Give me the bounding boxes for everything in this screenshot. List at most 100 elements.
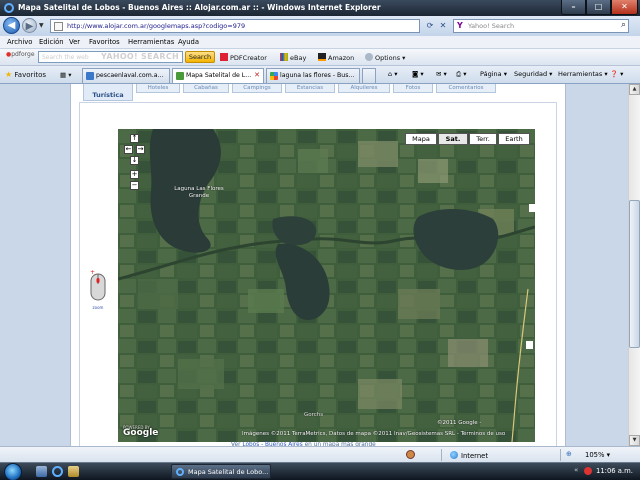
- ie-quicklaunch-icon[interactable]: [52, 466, 63, 477]
- explorer-quicklaunch-icon[interactable]: [68, 466, 79, 477]
- zoom-level[interactable]: 105% ▾: [585, 451, 610, 459]
- google-logo-text: Google: [123, 428, 159, 438]
- security-zone[interactable]: Internet: [450, 451, 488, 460]
- search-icon[interactable]: ⌕: [621, 20, 626, 30]
- refresh-icon[interactable]: ⟳: [424, 20, 436, 32]
- history-dropdown-icon[interactable]: ▼: [39, 22, 44, 29]
- tab-turistica[interactable]: Turística: [83, 84, 133, 101]
- address-input[interactable]: http://www.alojar.com.ar/googlemaps.asp?…: [50, 19, 420, 33]
- tray-app-icon[interactable]: [584, 467, 592, 475]
- zoom-in-button[interactable]: +: [130, 170, 139, 179]
- tab-campings[interactable]: Campings: [232, 84, 282, 93]
- pan-right-button[interactable]: →: [136, 145, 145, 154]
- yahoo-icon: Y: [457, 21, 463, 30]
- satellite-map[interactable]: Mapa Sat. Terr. Earth ↑ ← → ↓ + − Laguna…: [118, 129, 535, 442]
- back-button[interactable]: ◀: [3, 17, 20, 34]
- tab-mapa-satelital[interactable]: Mapa Satelital de L... ✕: [172, 68, 264, 83]
- close-tab-icon[interactable]: ✕: [254, 71, 260, 79]
- show-desktop-icon[interactable]: [36, 466, 47, 477]
- pan-down-button[interactable]: ↓: [130, 156, 139, 165]
- address-url: http://www.alojar.com.ar/googlemaps.asp?…: [67, 22, 246, 30]
- page-menu[interactable]: Página ▾: [480, 70, 507, 78]
- page-viewport: Turística Hoteles Cabañas Campings Estan…: [0, 84, 628, 462]
- pdforge-label: pdforge: [11, 51, 35, 58]
- globe-icon: [450, 451, 458, 459]
- tab-pescaenlaval[interactable]: pescaenlaval.com.a...: [82, 68, 170, 83]
- mail-icon[interactable]: ✉ ▾: [436, 70, 447, 78]
- menu-edicion[interactable]: Edición: [39, 38, 64, 46]
- status-bar: Internet ⊕ 105% ▾: [0, 446, 640, 462]
- tools-menu[interactable]: Herramientas ▾: [558, 70, 608, 78]
- scroll-thumb[interactable]: [629, 200, 640, 348]
- tray-clock[interactable]: 11:06 a.m.: [596, 467, 633, 475]
- yahoo-search-input[interactable]: Y Yahoo! Search ⌕: [453, 19, 629, 33]
- options-button[interactable]: Options ▾: [365, 53, 405, 62]
- pdf-icon: [220, 53, 228, 61]
- tab-alquileres[interactable]: Alquileres: [338, 84, 390, 93]
- pdfcreator-button[interactable]: PDFCreator: [220, 53, 267, 62]
- home-icon[interactable]: ⌂ ▾: [388, 70, 397, 78]
- vertical-scrollbar[interactable]: ▲ ▼: [628, 84, 640, 446]
- menu-archivo[interactable]: Archivo: [7, 38, 32, 46]
- popup-blocker-icon[interactable]: [406, 450, 415, 459]
- menu-ayuda[interactable]: Ayuda: [178, 38, 199, 46]
- tab-fotos[interactable]: Fotos: [393, 84, 433, 93]
- mouse-caption: zoom: [92, 305, 104, 310]
- help-icon[interactable]: ❓ ▾: [610, 70, 623, 78]
- maximize-button[interactable]: □: [586, 0, 611, 15]
- tab-label: Mapa Satelital de L...: [186, 72, 252, 79]
- tab-laguna-las-flores[interactable]: laguna las flores - Bus...: [266, 68, 360, 83]
- pan-up-button[interactable]: ↑: [130, 134, 139, 143]
- tab-favicon: [176, 72, 184, 80]
- pdforge-button[interactable]: ●pdforge: [6, 51, 35, 58]
- scroll-up-button[interactable]: ▲: [629, 84, 640, 95]
- ebay-button[interactable]: eBay: [280, 53, 306, 62]
- map-type-terreno[interactable]: Terr.: [469, 133, 497, 145]
- forward-button[interactable]: ▶: [22, 18, 37, 33]
- minimize-button[interactable]: –: [561, 0, 586, 15]
- map-type-satelite[interactable]: Sat.: [438, 133, 468, 145]
- menu-ver[interactable]: Ver: [69, 38, 80, 46]
- map-type-mapa[interactable]: Mapa: [405, 133, 437, 145]
- menu-herramientas[interactable]: Herramientas: [128, 38, 174, 46]
- amazon-icon: [318, 53, 326, 61]
- stop-icon[interactable]: ✕: [437, 20, 449, 32]
- close-button[interactable]: ✕: [611, 0, 638, 15]
- quick-tabs-icon[interactable]: ▦ ▾: [60, 71, 71, 79]
- print-icon[interactable]: ⎙ ▾: [456, 70, 467, 79]
- search-button[interactable]: Search: [185, 51, 215, 63]
- tab-cabanas[interactable]: Cabañas: [183, 84, 229, 93]
- favorites-button[interactable]: ★ Favoritos: [5, 70, 46, 79]
- star-icon: ★: [5, 70, 13, 79]
- tab-label: pescaenlaval.com.a...: [96, 72, 164, 79]
- google-logo[interactable]: POWERED BY Google: [123, 425, 158, 438]
- tray-expand-icon[interactable]: «: [574, 466, 578, 474]
- pan-left-button[interactable]: ←: [124, 145, 133, 154]
- tab-favicon: [86, 72, 94, 80]
- ebay-icon: [280, 53, 288, 61]
- scroll-down-button[interactable]: ▼: [629, 435, 640, 446]
- security-menu[interactable]: Seguridad ▾: [514, 70, 552, 78]
- page-content: Turística Hoteles Cabañas Campings Estan…: [70, 84, 566, 462]
- zoom-out-button[interactable]: −: [130, 181, 139, 190]
- amazon-button[interactable]: Amazon: [318, 53, 354, 62]
- forward-arrow-icon: ▶: [25, 21, 34, 32]
- satellite-imagery: [118, 129, 535, 442]
- taskbar-ie-window[interactable]: Mapa Satelital de Lobo...: [171, 464, 271, 479]
- tab-estancias[interactable]: Estancias: [285, 84, 335, 93]
- status-separator: [441, 449, 442, 461]
- protected-mode-icon[interactable]: ⊕: [566, 450, 572, 458]
- tab-comentarios[interactable]: Comentarios: [436, 84, 496, 93]
- map-type-earth[interactable]: Earth: [498, 133, 530, 145]
- page-menu-label: Página: [480, 70, 502, 78]
- taskbar-ie-label: Mapa Satelital de Lobo...: [188, 468, 269, 476]
- options-label: Options: [375, 54, 401, 62]
- menu-favoritos[interactable]: Favoritos: [89, 38, 120, 46]
- menu-bar: Archivo Edición Ver Favoritos Herramient…: [0, 36, 640, 49]
- map-attribution[interactable]: Imágenes ©2011 TerraMetrics, Datos de ma…: [242, 431, 505, 437]
- yahoo-toolbar-input[interactable]: Search the web YAHOO! SEARCH: [38, 51, 183, 63]
- start-button[interactable]: [4, 463, 22, 480]
- feeds-icon[interactable]: ◙ ▾: [412, 70, 424, 78]
- tab-hoteles[interactable]: Hoteles: [136, 84, 180, 93]
- new-tab-button[interactable]: [362, 68, 376, 83]
